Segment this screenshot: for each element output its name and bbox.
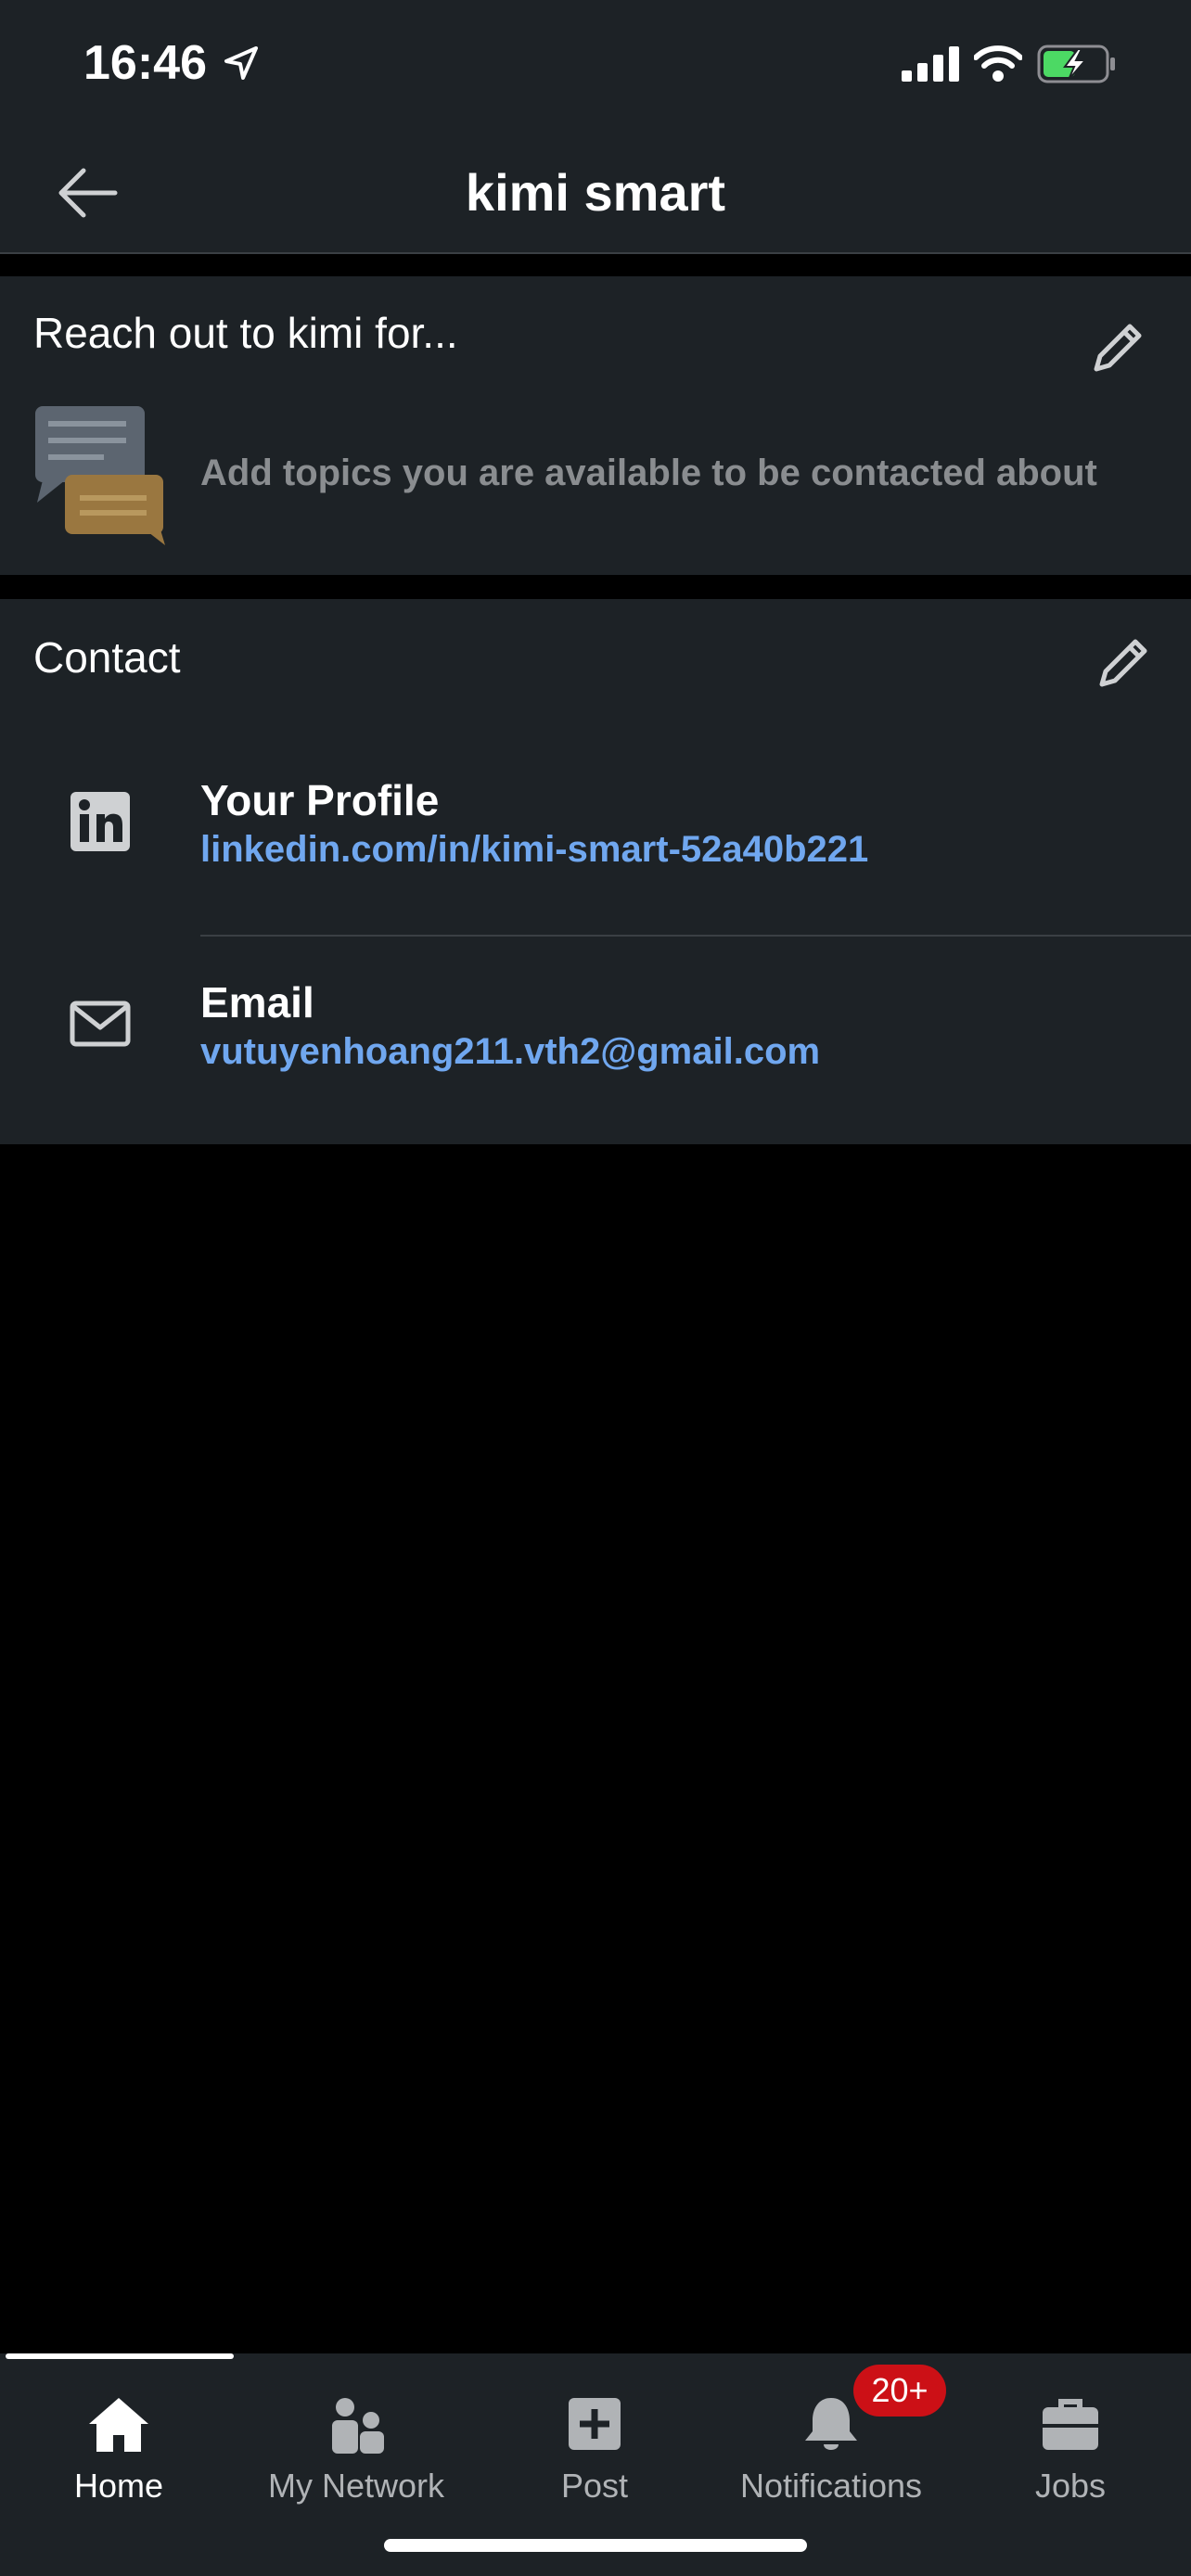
briefcase-icon: [1043, 2399, 1098, 2450]
top-nav-bar: kimi smart: [0, 130, 1191, 254]
profile-label: Your Profile: [200, 776, 440, 824]
active-tab-indicator: [6, 2353, 234, 2359]
email-label: Email: [200, 978, 314, 1027]
tab-home[interactable]: Home: [0, 2372, 237, 2511]
profile-url-link[interactable]: linkedin.com/in/kimi-smart-52a40b221: [200, 829, 868, 871]
location-arrow-icon: [224, 46, 258, 80]
tab-label: Home: [73, 2467, 164, 2505]
reach-out-card: Reach out to kimi for... Add topics you …: [0, 276, 1191, 575]
status-time: 16:46: [83, 36, 207, 90]
tab-post[interactable]: Post: [476, 2372, 713, 2511]
tab-jobs[interactable]: Jobs: [952, 2372, 1189, 2511]
reach-out-title: Reach out to kimi for...: [33, 309, 458, 357]
tab-label: Jobs: [1034, 2467, 1107, 2505]
tab-label: Post: [560, 2467, 629, 2505]
bell-icon: [805, 2398, 857, 2450]
email-address-link[interactable]: vutuyenhoang211.vth2@gmail.com: [200, 1031, 820, 1073]
contact-title: Contact: [33, 633, 181, 682]
people-icon: [332, 2398, 384, 2454]
edit-pencil-icon[interactable]: [1085, 315, 1150, 380]
row-divider: [200, 935, 1191, 937]
linkedin-icon: [70, 792, 130, 851]
home-indicator[interactable]: [384, 2539, 807, 2552]
plus-square-icon: [569, 2398, 621, 2450]
mail-icon: [70, 1001, 131, 1047]
page-title: kimi smart: [465, 163, 726, 222]
home-icon: [89, 2398, 148, 2452]
wifi-icon: [974, 45, 1022, 82]
chat-bubbles-icon: [35, 406, 165, 545]
tab-label: Notifications: [739, 2467, 923, 2505]
cellular-signal-icon: [902, 46, 959, 82]
notifications-badge: 20+: [853, 2365, 946, 2417]
status-bar: 16:46: [0, 0, 1191, 130]
contact-card: Contact Your Profile linkedin.com/in/kim…: [0, 599, 1191, 1144]
tab-label: My Network: [267, 2467, 445, 2505]
battery-charging-icon: [1037, 45, 1115, 83]
add-topics-prompt[interactable]: Add topics you are available to be conta…: [200, 453, 1097, 494]
email-row[interactable]: Email vutuyenhoang211.vth2@gmail.com: [0, 961, 1191, 1146]
tab-my-network[interactable]: My Network: [237, 2372, 475, 2511]
edit-pencil-icon[interactable]: [1091, 631, 1156, 695]
profile-link-row[interactable]: Your Profile linkedin.com/in/kimi-smart-…: [0, 759, 1191, 944]
